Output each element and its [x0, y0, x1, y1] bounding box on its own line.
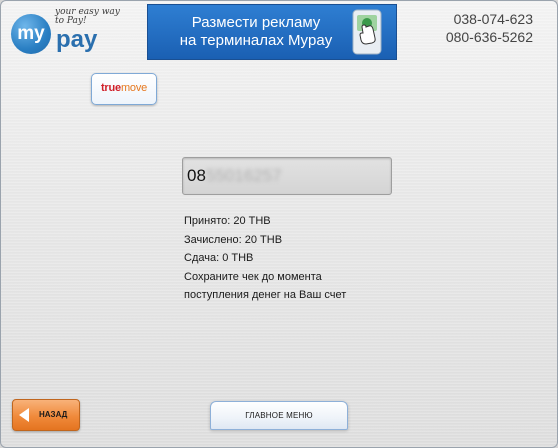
banner-text: Размести рекламу на терминалах Mypay — [161, 14, 351, 50]
arrow-left-icon — [19, 408, 29, 422]
operator-name: truemove — [92, 82, 156, 94]
support-phone-1: 038-074-623 — [453, 11, 533, 27]
receipt-note-line-1: Сохраните чек до момента — [184, 270, 322, 283]
kiosk-touch-icon — [352, 9, 382, 55]
operator-name-part-2: move — [120, 82, 148, 94]
kiosk-screen: my pay your easy way to Pay! Размести ре… — [0, 0, 558, 448]
back-button[interactable]: НАЗАД — [12, 399, 80, 431]
logo-circle: my — [11, 14, 51, 54]
phone-masked-digits: 55016257 — [206, 166, 282, 185]
mypay-logo: my pay your easy way to Pay! — [11, 7, 131, 54]
receipt-info: Принято: 20 THB Зачислено: 20 THB Сдача:… — [184, 212, 346, 305]
phone-prefix: 08 — [187, 166, 206, 185]
change-amount: Сдача: 0 THB — [184, 252, 254, 265]
phone-number-display: 08 55016257 — [182, 157, 392, 195]
receipt-note-line-2: поступления денег на Ваш счет — [184, 289, 347, 302]
operator-name-part-1: true — [100, 82, 121, 94]
back-button-label: НАЗАД — [39, 410, 68, 419]
ad-banner[interactable]: Размести рекламу на терминалах Mypay — [147, 4, 397, 60]
operator-logo: truemove — [91, 73, 157, 105]
accepted-amount: Принято: 20 THB — [184, 215, 271, 227]
credited-amount: Зачислено: 20 THB — [184, 233, 283, 246]
support-phone-2: 080-636-5262 — [445, 29, 533, 45]
main-menu-button-label: ГЛАВНОЕ МЕНЮ — [245, 411, 313, 420]
main-menu-button[interactable]: ГЛАВНОЕ МЕНЮ — [210, 401, 348, 430]
banner-line-1: Размести рекламу — [191, 14, 321, 31]
logo-word: pay — [56, 26, 98, 53]
logo-tagline: your easy way to Pay! — [55, 7, 120, 26]
banner-line-2: на терминалах Mypay — [179, 32, 333, 49]
support-phones: 038-074-623 080-636-5262 — [446, 10, 533, 46]
